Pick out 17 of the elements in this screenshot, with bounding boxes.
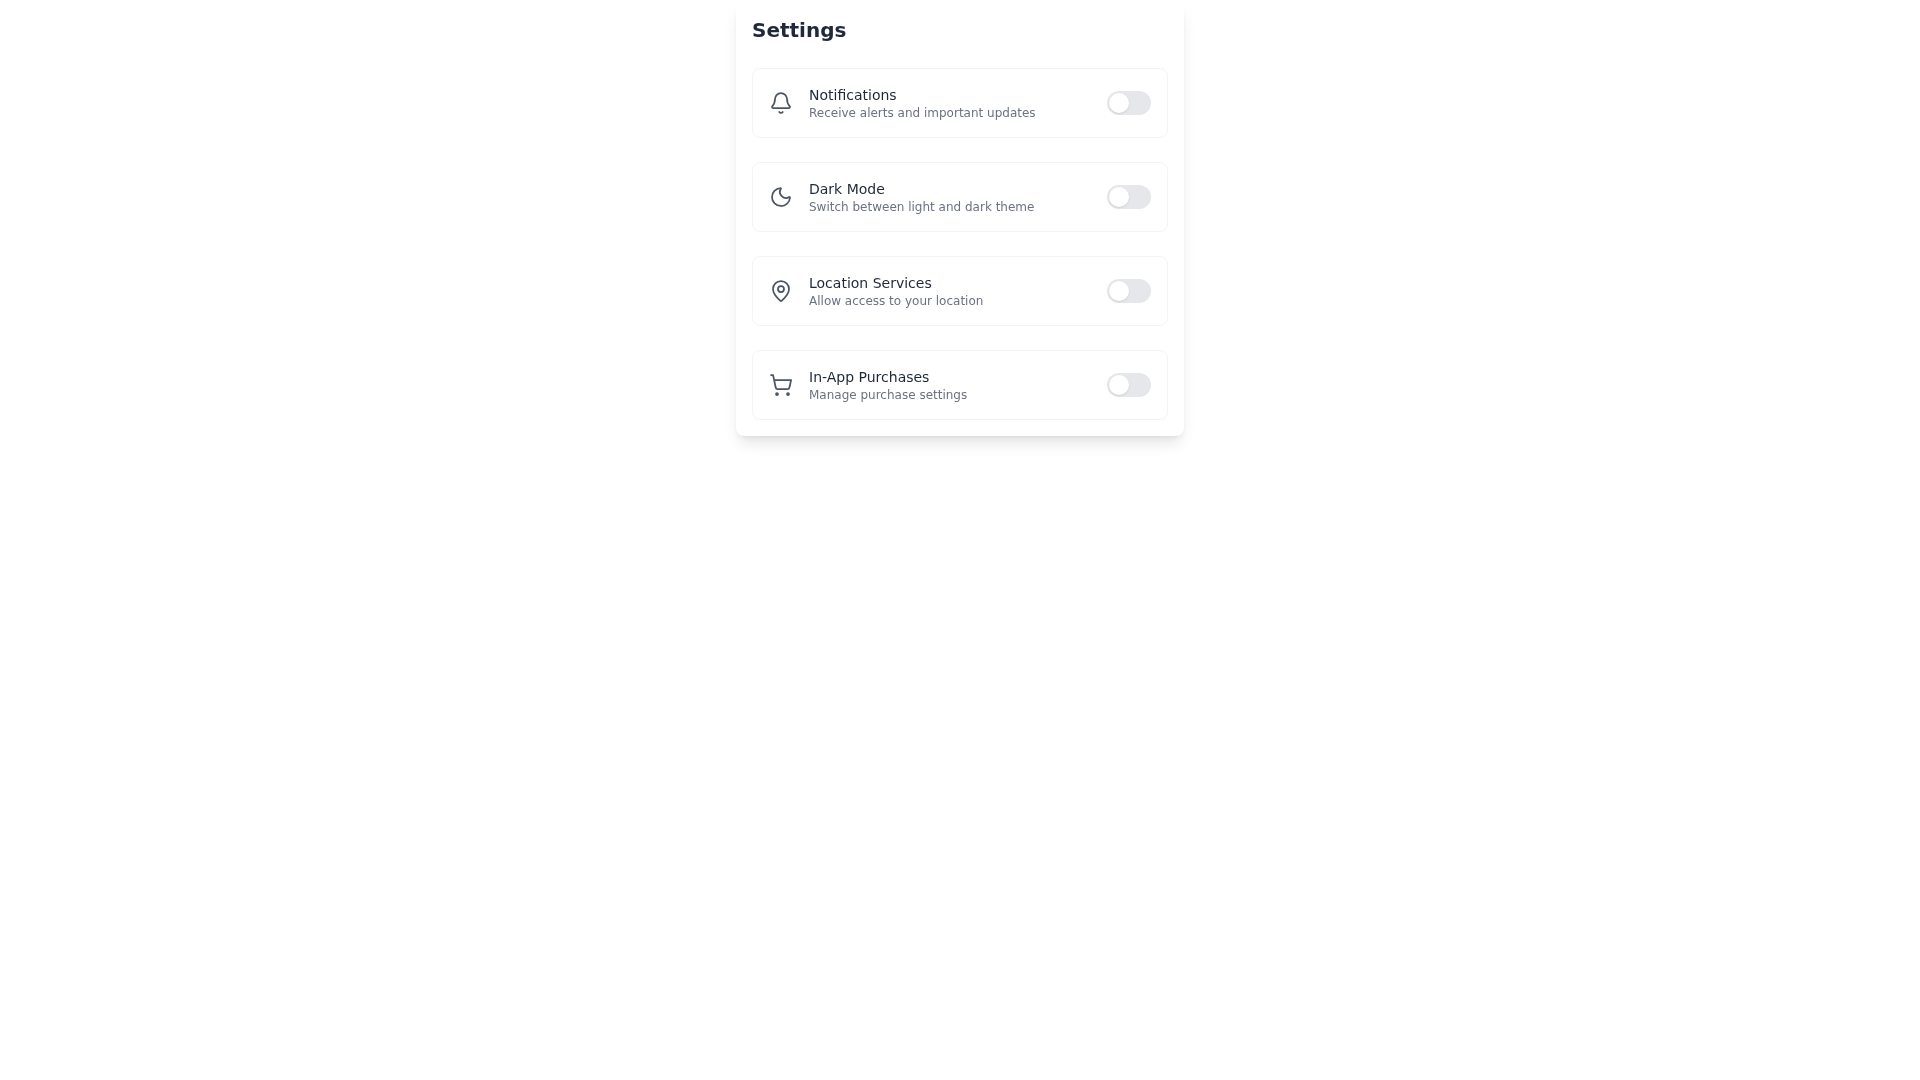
setting-description: Receive alerts and important updates bbox=[809, 105, 1036, 121]
toggle-switch[interactable] bbox=[1107, 373, 1151, 397]
setting-description: Allow access to your location bbox=[809, 293, 984, 309]
setting-title: Location Services bbox=[809, 274, 933, 293]
moon-icon bbox=[769, 185, 793, 209]
map-pin-icon bbox=[769, 279, 793, 303]
setting-title: Dark Mode bbox=[809, 180, 886, 199]
shopping-cart-icon bbox=[769, 373, 793, 397]
toggle-switch[interactable] bbox=[1107, 185, 1151, 209]
setting-title: Notifications bbox=[809, 86, 898, 105]
bell-icon bbox=[769, 91, 793, 115]
toggle-switch[interactable] bbox=[1107, 91, 1151, 115]
toggle-switch[interactable] bbox=[1107, 279, 1151, 303]
panel-title: Settings bbox=[752, 17, 848, 44]
setting-description: Switch between light and dark theme bbox=[809, 199, 1035, 215]
setting-description: Manage purchase settings bbox=[809, 387, 968, 403]
setting-title: In-App Purchases bbox=[809, 368, 931, 387]
